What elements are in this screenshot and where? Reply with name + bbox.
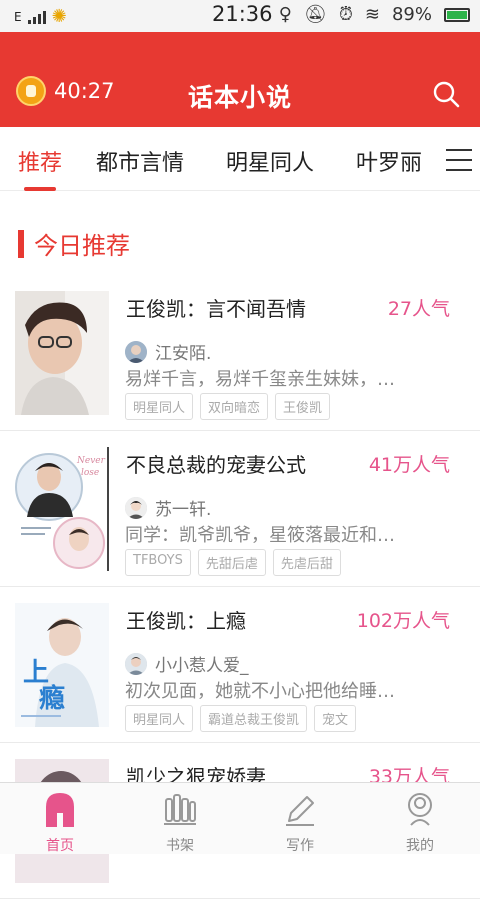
- book-tag: 宠文: [314, 705, 357, 732]
- author-avatar: [125, 652, 147, 675]
- book-popularity: 102万人气: [356, 610, 450, 632]
- lightbulb-icon: ♀: [278, 4, 292, 25]
- search-icon[interactable]: [432, 80, 460, 108]
- menu-icon[interactable]: [446, 149, 472, 171]
- battery-icon: [444, 7, 470, 22]
- book-tag: 明星同人: [125, 393, 194, 420]
- book-item[interactable]: 上 瘾 王俊凯：上瘾 102万人气 小小惹人爱_ 初次见面，她就不小心把他给睡……: [0, 587, 480, 743]
- tab-ye-luoli[interactable]: 叶罗丽: [356, 145, 422, 177]
- book-title: 不良总裁的宠妻公式: [126, 453, 306, 477]
- author-name: 苏一轩.: [155, 500, 212, 520]
- nav-profile[interactable]: 我的: [380, 791, 460, 855]
- signal-icon: [27, 10, 46, 24]
- section-title-text: 今日推荐: [34, 232, 130, 260]
- book-popularity: 27人气: [387, 298, 450, 320]
- book-description: 初次见面，她就不小心把他给睡…: [125, 681, 395, 702]
- book-cover: Never lose: [15, 447, 109, 571]
- alarm-icon: ⏰︎: [338, 4, 353, 25]
- author-name: 小小惹人爱_: [155, 656, 249, 676]
- book-title: 王俊凯：言不闻吾情: [126, 297, 306, 321]
- svg-text:lose: lose: [81, 468, 99, 478]
- network-type: E: [14, 9, 22, 24]
- book-author: 苏一轩.: [125, 495, 211, 520]
- book-cover: [15, 291, 109, 415]
- book-tags: 明星同人 双向暗恋 王俊凯: [125, 393, 331, 420]
- book-tag: 霸道总裁王俊凯: [200, 705, 308, 732]
- wifi-icon: ≋: [364, 4, 380, 25]
- nav-write[interactable]: 写作: [260, 791, 340, 855]
- book-tag: 明星同人: [125, 705, 194, 732]
- nav-profile-label: 我的: [406, 838, 434, 854]
- author-avatar: [125, 340, 147, 363]
- battery-percent: 89%: [391, 4, 432, 25]
- category-tabs: 推荐 都市言情 明星同人 叶罗丽: [0, 127, 480, 191]
- book-description: 易烊千言，易烊千玺亲生妹妹，…: [125, 369, 395, 390]
- nav-home-label: 首页: [46, 838, 74, 854]
- author-avatar: [125, 496, 147, 519]
- clock: 21:36: [212, 2, 273, 26]
- profile-icon: [408, 793, 432, 826]
- pencil-icon: [286, 796, 314, 826]
- book-popularity: 41万人气: [368, 454, 450, 476]
- bookshelf-icon: [164, 794, 196, 825]
- active-tab-indicator: [24, 187, 56, 191]
- mute-icon: 🔕︎: [303, 4, 327, 25]
- book-item[interactable]: 王俊凯：言不闻吾情 27人气 江安陌. 易烊千言，易烊千玺亲生妹妹，… 明星同人…: [0, 275, 480, 431]
- book-author: 小小惹人爱_: [125, 651, 249, 676]
- home-icon: [46, 793, 74, 827]
- book-description: 同学：凯爷凯爷，星筱落最近和…: [125, 525, 395, 546]
- bottom-nav: 首页 书架 写作 我的: [0, 782, 480, 854]
- book-cover: 上 瘾: [15, 603, 109, 727]
- tab-recommend[interactable]: 推荐: [18, 145, 62, 177]
- status-bar: E ✺ 21:36 ♀ 🔕︎ ⏰︎ ≋ 89%: [0, 0, 480, 32]
- nav-write-label: 写作: [286, 838, 314, 854]
- book-tag: TFBOYS: [125, 549, 191, 576]
- svg-text:瘾: 瘾: [39, 683, 65, 714]
- book-tags: TFBOYS 先甜后虐 先虐后甜: [125, 549, 341, 576]
- book-tag: 王俊凯: [275, 393, 331, 420]
- app-title: 话本小说: [187, 83, 292, 112]
- book-tag: 双向暗恋: [200, 393, 269, 420]
- book-item[interactable]: Never lose 不良总裁的宠妻公式 41万人气 苏一轩. 同学：凯爷凯爷，…: [0, 431, 480, 587]
- tab-celebrity-fanfic[interactable]: 明星同人: [226, 145, 314, 177]
- notification-bulb-icon: ✺: [51, 6, 67, 27]
- nav-bookshelf[interactable]: 书架: [140, 791, 220, 855]
- tab-urban-romance[interactable]: 都市言情: [96, 145, 184, 177]
- app-header: 40:27 话本小说: [0, 32, 480, 127]
- nav-home[interactable]: 首页: [20, 791, 100, 855]
- svg-text:Never: Never: [76, 456, 106, 466]
- book-tags: 明星同人 霸道总裁王俊凯 宠文: [125, 705, 357, 732]
- book-author: 江安陌.: [125, 339, 211, 364]
- section-marker: [18, 229, 24, 258]
- nav-bookshelf-label: 书架: [166, 838, 194, 854]
- section-title: 今日推荐: [18, 226, 130, 261]
- book-title: 王俊凯：上瘾: [126, 609, 246, 633]
- book-tag: 先虐后甜: [272, 549, 341, 576]
- author-name: 江安陌.: [155, 344, 212, 364]
- book-tag: 先甜后虐: [197, 549, 266, 576]
